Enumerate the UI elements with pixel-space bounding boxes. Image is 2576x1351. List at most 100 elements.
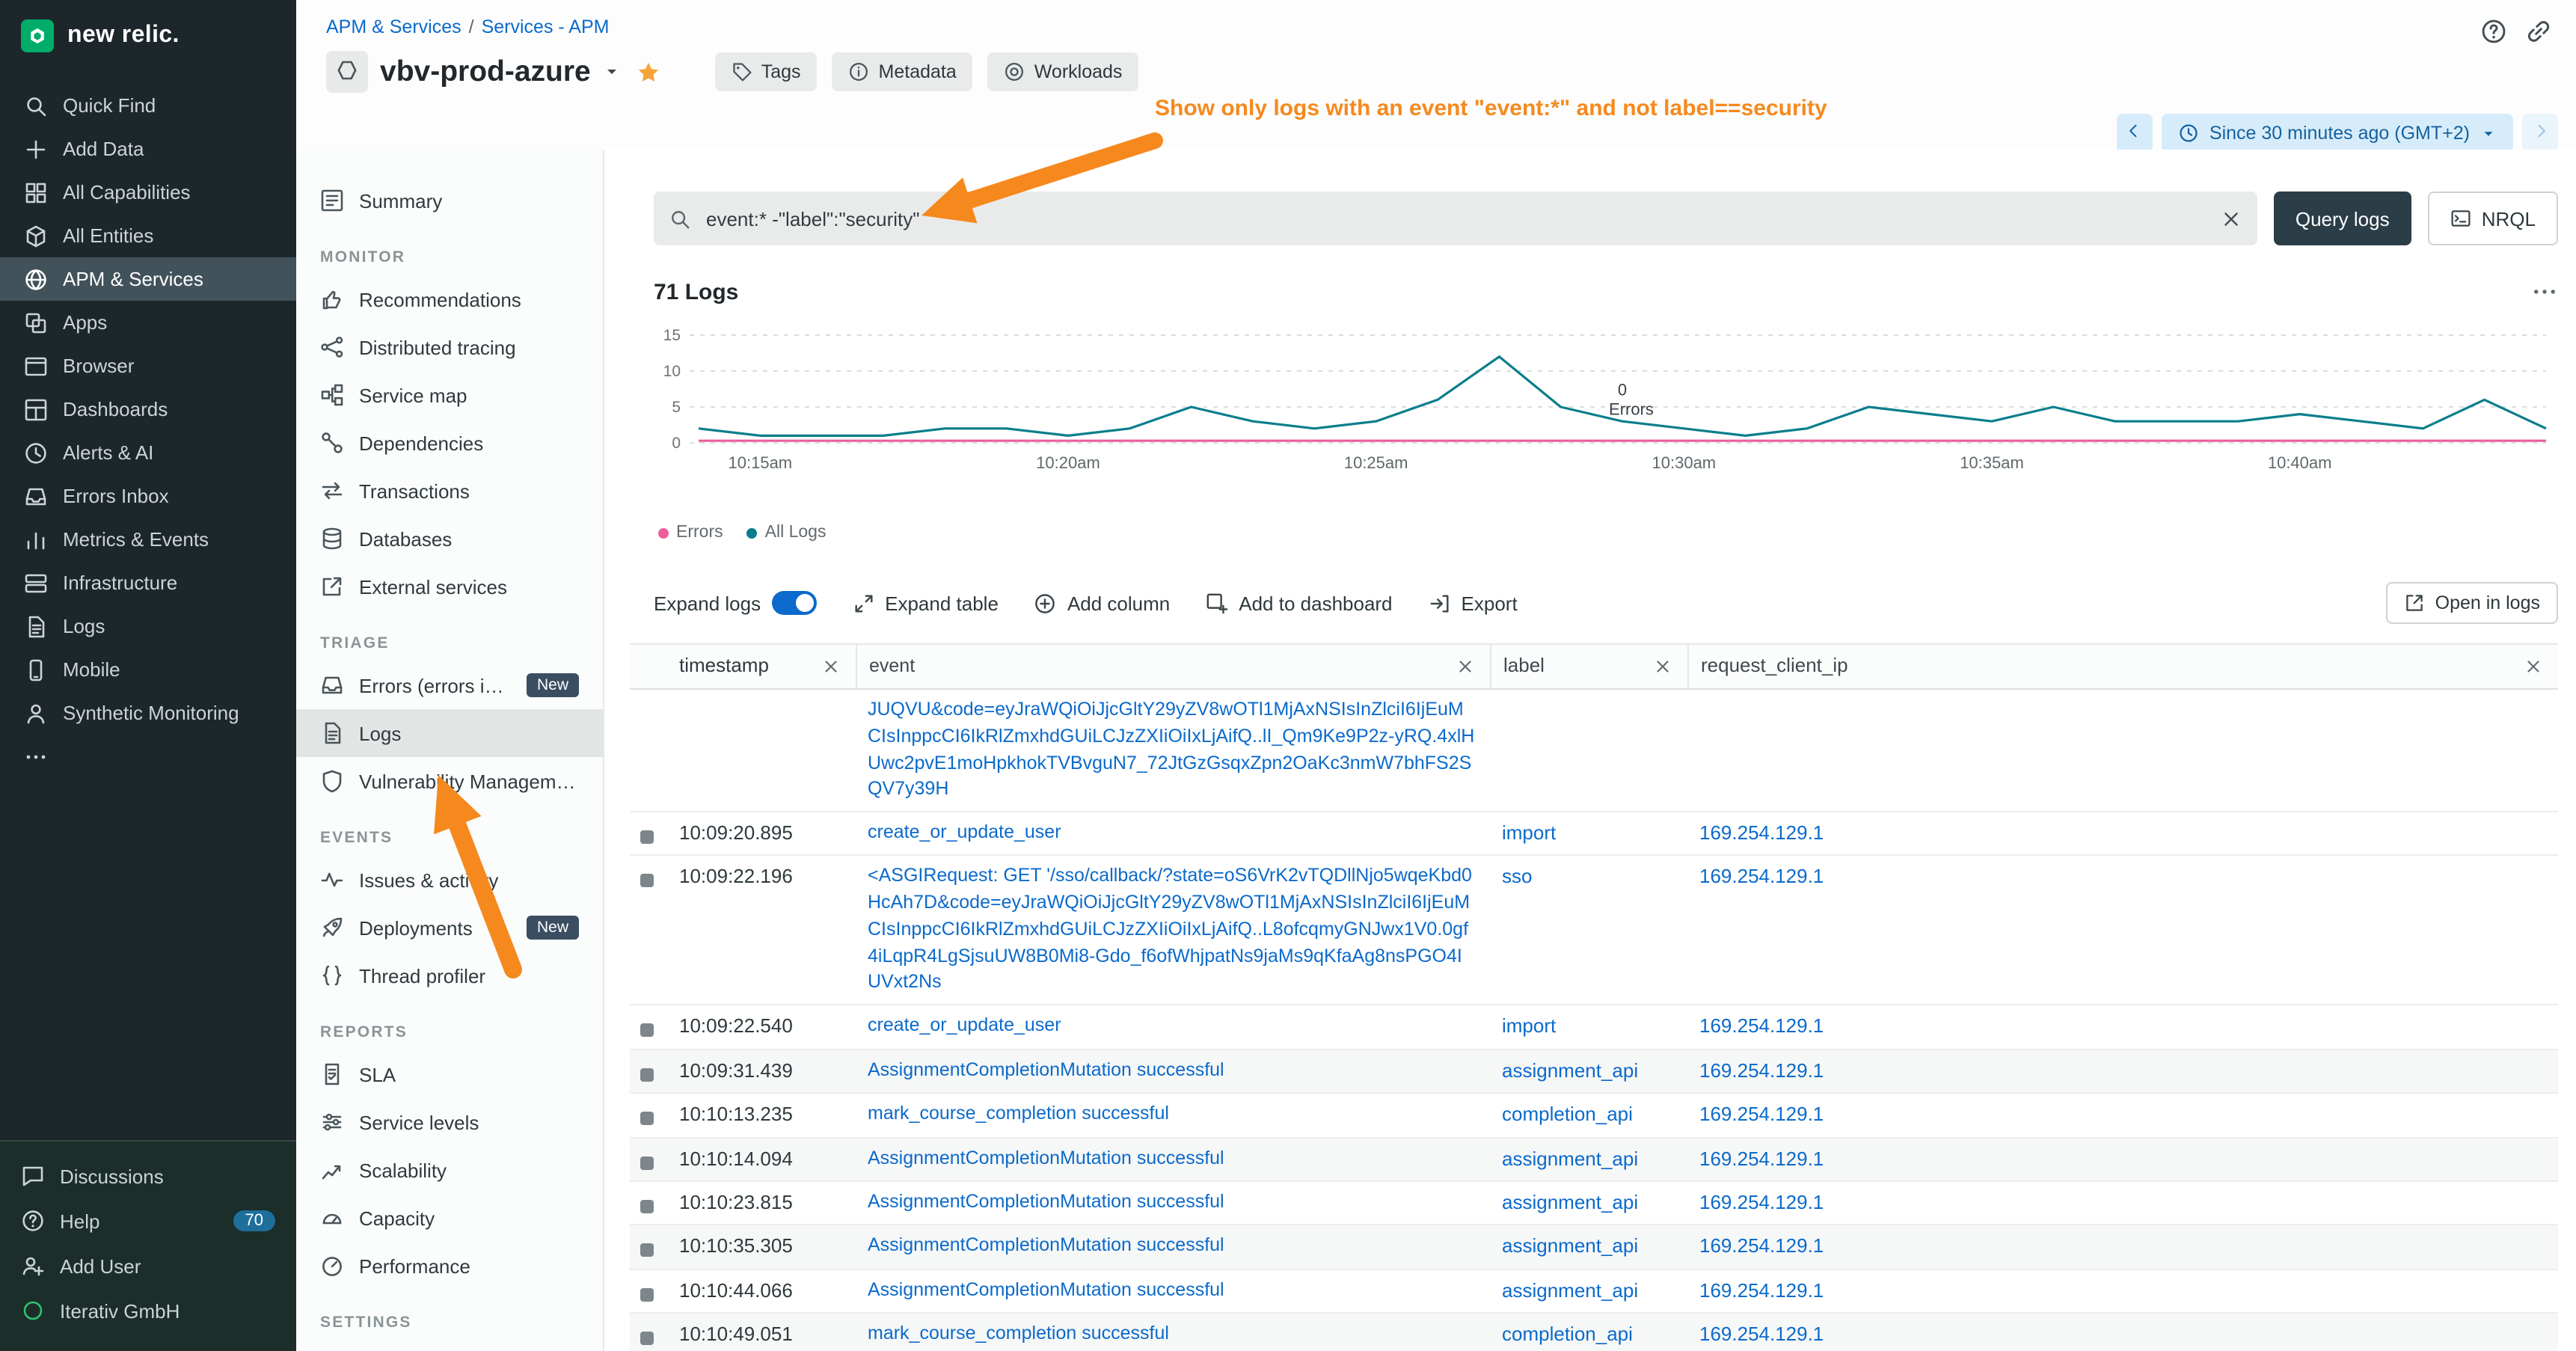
remove-column-timestamp-icon[interactable] [821, 657, 841, 676]
event-link[interactable]: AssignmentCompletionMutation successful [868, 1279, 1224, 1300]
subnav-item-summary[interactable]: Summary [296, 177, 603, 224]
table-row[interactable]: 10:10:14.094AssignmentCompletionMutation… [630, 1138, 2558, 1182]
sidebar-footer-item-iterativ-gmbh[interactable]: Iterativ GmbH [0, 1288, 296, 1333]
clear-query-icon[interactable] [2220, 207, 2242, 230]
add-column-button[interactable]: Add column [1034, 592, 1170, 614]
remove-column-request-client-ip-icon[interactable] [2524, 657, 2543, 676]
event-link[interactable]: JUQVU&code=eyJraWQiOiJjcGltY29yZV8wOTl1M… [868, 699, 1474, 800]
label-link[interactable]: completion_api [1502, 1103, 1633, 1125]
expand-table-button[interactable]: Expand table [852, 592, 999, 614]
subnav-item-databases[interactable]: Databases [296, 515, 603, 563]
table-row[interactable]: 10:10:49.051mark_course_completion succe… [630, 1314, 2558, 1351]
table-row[interactable]: 10:10:35.305AssignmentCompletionMutation… [630, 1226, 2558, 1270]
sidebar-item-ellipsis[interactable] [0, 735, 296, 778]
sidebar-item-alerts-ai[interactable]: Alerts & AI [0, 431, 296, 474]
table-row[interactable]: 10:09:22.540create_or_update_userimport1… [630, 1005, 2558, 1050]
column-header-timestamp[interactable]: timestamp [667, 644, 856, 689]
label-link[interactable]: assignment_api [1502, 1279, 1638, 1302]
ip-link[interactable]: 169.254.129.1 [1699, 866, 1824, 888]
event-link[interactable]: create_or_update_user [868, 821, 1061, 842]
newrelic-logo[interactable]: new relic. [0, 0, 296, 72]
remove-column-label-icon[interactable] [1653, 657, 1672, 676]
subnav-item-logs[interactable]: Logs [296, 709, 603, 757]
label-link[interactable]: assignment_api [1502, 1235, 1638, 1257]
row-checkbox[interactable] [640, 1288, 654, 1302]
workloads-button[interactable]: Workloads [988, 52, 1139, 91]
subnav-item-deployments[interactable]: DeploymentsNew [296, 904, 603, 952]
subnav-item-thread-profiler[interactable]: Thread profiler [296, 952, 603, 999]
breadcrumb-apm-services[interactable]: APM & Services [326, 16, 461, 37]
event-link[interactable]: create_or_update_user [868, 1014, 1061, 1035]
label-link[interactable]: import [1502, 821, 1556, 844]
row-checkbox[interactable] [640, 1332, 654, 1346]
row-checkbox[interactable] [640, 1112, 654, 1125]
sidebar-item-quick-find[interactable]: Quick Find [0, 84, 296, 127]
favorite-star-icon[interactable] [636, 59, 661, 85]
column-header-request-client-ip[interactable]: request_client_ip [1687, 644, 2558, 689]
row-checkbox[interactable] [640, 830, 654, 844]
time-back-button[interactable] [2117, 114, 2153, 153]
ip-link[interactable]: 169.254.129.1 [1699, 1147, 1824, 1169]
column-header-event[interactable]: event [856, 644, 1490, 689]
subnav-item-transactions[interactable]: Transactions [296, 467, 603, 515]
ip-link[interactable]: 169.254.129.1 [1699, 1323, 1824, 1346]
sidebar-item-apm-services[interactable]: APM & Services [0, 257, 296, 301]
table-row[interactable]: 10:09:20.895create_or_update_userimport1… [630, 812, 2558, 857]
event-link[interactable]: AssignmentCompletionMutation successful [868, 1059, 1224, 1079]
ip-link[interactable]: 169.254.129.1 [1699, 1279, 1824, 1302]
export-button[interactable]: Export [1429, 592, 1518, 614]
legend-item-all-logs[interactable]: All Logs [747, 524, 827, 542]
row-checkbox[interactable] [640, 1244, 654, 1257]
row-checkbox[interactable] [640, 1023, 654, 1037]
sidebar-item-all-capabilities[interactable]: All Capabilities [0, 171, 296, 214]
event-link[interactable]: AssignmentCompletionMutation successful [868, 1147, 1224, 1168]
event-link[interactable]: <ASGIRequest: GET '/sso/callback/?state=… [868, 866, 1472, 993]
more-options-icon[interactable] [2531, 278, 2558, 305]
row-checkbox[interactable] [640, 1067, 654, 1081]
ip-link[interactable]: 169.254.129.1 [1699, 1014, 1824, 1037]
metadata-button[interactable]: Metadata [832, 52, 973, 91]
entity-switcher-caret-icon[interactable] [603, 63, 621, 81]
table-row[interactable]: 10:10:23.815AssignmentCompletionMutation… [630, 1182, 2558, 1226]
sidebar-item-add-data[interactable]: Add Data [0, 127, 296, 171]
subnav-item-service-levels[interactable]: Service levels [296, 1098, 603, 1146]
subnav-item-recommendations[interactable]: Recommendations [296, 275, 603, 323]
subnav-item-vulnerability-management[interactable]: Vulnerability Management [296, 757, 603, 805]
sidebar-item-mobile[interactable]: Mobile [0, 648, 296, 691]
row-checkbox[interactable] [640, 1200, 654, 1213]
row-checkbox[interactable] [640, 1156, 654, 1169]
ip-link[interactable]: 169.254.129.1 [1699, 1059, 1824, 1081]
table-row[interactable]: 10:09:31.439AssignmentCompletionMutation… [630, 1050, 2558, 1094]
sidebar-item-metrics-events[interactable]: Metrics & Events [0, 518, 296, 561]
remove-column-event-icon[interactable] [1456, 657, 1475, 676]
open-in-logs-button[interactable]: Open in logs [2386, 582, 2558, 624]
table-row[interactable]: 10:09:22.196<ASGIRequest: GET '/sso/call… [630, 857, 2558, 1006]
label-link[interactable]: assignment_api [1502, 1191, 1638, 1213]
subnav-item-scalability[interactable]: Scalability [296, 1146, 603, 1194]
sidebar-footer-item-add-user[interactable]: Add User [0, 1243, 296, 1288]
label-link[interactable]: assignment_api [1502, 1059, 1638, 1081]
ip-link[interactable]: 169.254.129.1 [1699, 1235, 1824, 1257]
subnav-item-external-services[interactable]: External services [296, 563, 603, 610]
column-header-label[interactable]: label [1490, 644, 1687, 689]
event-link[interactable]: AssignmentCompletionMutation successful [868, 1235, 1224, 1256]
row-checkbox[interactable] [640, 874, 654, 888]
label-link[interactable]: completion_api [1502, 1323, 1633, 1346]
label-link[interactable]: sso [1502, 866, 1532, 888]
ip-link[interactable]: 169.254.129.1 [1699, 821, 1824, 844]
sidebar-item-infrastructure[interactable]: Infrastructure [0, 561, 296, 604]
event-link[interactable]: mark_course_completion successful [868, 1103, 1169, 1124]
help-circle-icon[interactable] [2480, 18, 2507, 45]
breadcrumb-services-apm[interactable]: Services - APM [482, 16, 610, 37]
event-link[interactable]: mark_course_completion successful [868, 1323, 1169, 1344]
table-row[interactable]: 10:10:13.235mark_course_completion succe… [630, 1094, 2558, 1138]
permalink-icon[interactable] [2525, 18, 2552, 45]
subnav-item-performance[interactable]: Performance [296, 1242, 603, 1290]
sidebar-item-apps[interactable]: Apps [0, 301, 296, 344]
logs-query-input[interactable] [703, 206, 2208, 231]
subnav-item-distributed-tracing[interactable]: Distributed tracing [296, 323, 603, 371]
event-link[interactable]: AssignmentCompletionMutation successful [868, 1191, 1224, 1212]
table-row[interactable]: JUQVU&code=eyJraWQiOiJjcGltY29yZV8wOTl1M… [630, 690, 2558, 812]
sidebar-item-all-entities[interactable]: All Entities [0, 214, 296, 257]
sidebar-item-browser[interactable]: Browser [0, 344, 296, 387]
